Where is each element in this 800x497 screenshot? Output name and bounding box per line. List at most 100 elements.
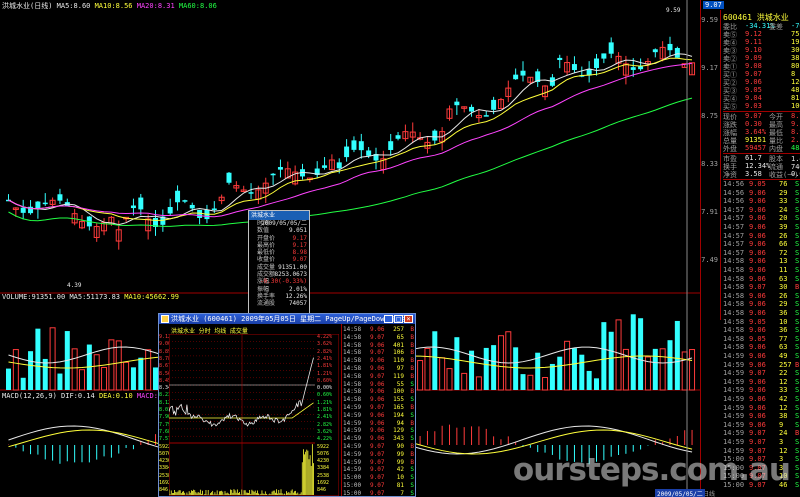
legend-ma20: MA20:8.31	[136, 2, 175, 10]
tick-time: 14:58	[723, 334, 745, 343]
period-tab-day[interactable]: 日线	[703, 489, 715, 497]
app-icon	[161, 315, 169, 323]
intraday-popup-window[interactable]: 洪城水业 (600461) 2009年05月05日 星期二 PageUp/Pag…	[158, 313, 416, 497]
popup-right-tick: 2.41%	[317, 414, 333, 421]
close-button[interactable]: ×	[404, 315, 413, 323]
popup-tick-row[interactable]: 14:58 9.07 65 B	[342, 334, 416, 342]
tick-volume: 3	[779, 438, 784, 446]
trade-tick-row[interactable]: 14:59 9.06 33 S	[723, 386, 800, 394]
popup-tick-row[interactable]: 14:59 9.06 129 S	[342, 427, 416, 435]
tick-volume: 22	[779, 369, 788, 378]
volume-bar	[57, 373, 63, 390]
trade-tick-row[interactable]: 14:58 9.06 11 S	[723, 266, 800, 274]
volume-bar	[527, 374, 534, 391]
trade-tick-row[interactable]: 14:56 9.06 33 S	[723, 197, 800, 205]
popup-title-bar[interactable]: 洪城水业 (600461) 2009年05月05日 星期二 PageUp/Pag…	[159, 314, 415, 324]
popup-tick-row[interactable]: 14:59 9.06 343 S	[342, 435, 416, 443]
trade-tick-row[interactable]: 14:58 9.06 29 S	[723, 300, 800, 308]
trade-tick-row[interactable]: 14:59 9.06 257 B	[723, 361, 800, 369]
trade-tick-row[interactable]: 14:58 9.06 63 S	[723, 275, 800, 283]
candle-body	[175, 190, 181, 203]
trade-tick-row[interactable]: 14:59 9.06 12 S	[723, 404, 800, 412]
trade-tick-row[interactable]: 14:59 9.07 24 B	[723, 429, 800, 437]
trade-tick-row[interactable]: 14:57 9.06 66 S	[723, 240, 800, 248]
tick-price: 9.05	[749, 317, 766, 326]
trade-tick-row[interactable]: 14:59 9.07 22 S	[723, 369, 800, 377]
popup-tick-row[interactable]: 15:00 9.07 10 S	[342, 474, 416, 482]
popup-tick-row[interactable]: 14:58 9.06 155 S	[342, 396, 416, 404]
popup-tick-row[interactable]: 14:58 9.07 106 B	[342, 349, 416, 357]
popup-right-tick: 846	[317, 487, 327, 494]
candle-body	[520, 70, 526, 76]
popup-tick-row[interactable]: 14:58 9.06 257 B	[342, 326, 416, 334]
popup-tick-row[interactable]: 14:59 9.06 94 B	[342, 420, 416, 428]
popup-tick-price: 9.06	[370, 388, 385, 396]
maximize-button[interactable]: □	[394, 315, 403, 323]
tick-side: S	[795, 472, 800, 481]
popup-tick-volume: 97	[396, 365, 404, 372]
popup-tick-row[interactable]: 15:00 9.07 81 S	[342, 482, 416, 490]
popup-tick-row[interactable]: 14:59 9.06 194 S	[342, 412, 416, 420]
popup-tick-row[interactable]: 15:00 9.07 7 S	[342, 490, 416, 497]
trade-tick-row[interactable]: 14:58 9.06 36 S	[723, 326, 800, 334]
volume-bar	[115, 340, 122, 391]
tick-time: 14:57	[723, 223, 745, 231]
trade-tick-row[interactable]: 14:59 9.07 3 S	[723, 438, 800, 446]
popup-tick-time: 14:58	[343, 357, 362, 365]
trade-tick-row[interactable]: 14:57 9.06 72 S	[723, 249, 800, 257]
trade-tick-row[interactable]: 14:58 9.07 30 B	[723, 283, 800, 291]
candle-body	[469, 106, 475, 112]
popup-right-tick: 4230	[317, 458, 330, 465]
tick-price: 9.05	[749, 334, 766, 343]
popup-tick-row[interactable]: 14:58 9.06 401 B	[342, 342, 416, 350]
trade-tick-row[interactable]: 14:58 9.06 26 S	[723, 292, 800, 300]
popup-tick-time: 14:59	[343, 466, 362, 474]
volume-bar	[138, 357, 144, 390]
candle-body	[344, 146, 350, 158]
trade-tick-row[interactable]: 14:59 9.06 49 S	[723, 352, 800, 360]
tick-side: S	[795, 180, 800, 188]
popup-tick-price: 9.07	[370, 466, 385, 474]
quote-value-2: 100	[791, 102, 800, 110]
popup-tick-row[interactable]: 14:59 9.07 165 B	[342, 404, 416, 412]
popup-tick-row[interactable]: 14:58 9.07 119 B	[342, 373, 416, 381]
trade-tick-row[interactable]: 14:57 9.06 24 S	[723, 206, 800, 214]
trade-tick-row[interactable]: 14:58 9.06 63 S	[723, 343, 800, 351]
trade-tick-row[interactable]: 14:59 9.06 38 S	[723, 412, 800, 420]
popup-tick-row[interactable]: 14:59 9.07 99 B	[342, 451, 416, 459]
trade-tick-row[interactable]: 14:57 9.06 26 S	[723, 232, 800, 240]
macd-legend-title: MACD(12,26,9)	[2, 392, 57, 400]
popup-tick-row[interactable]: 14:58 9.06 97 B	[342, 365, 416, 373]
popup-tick-row[interactable]: 14:58 9.06 55 S	[342, 381, 416, 389]
popup-tick-row[interactable]: 14:59 9.07 99 B	[342, 459, 416, 467]
volume-bar	[20, 377, 26, 390]
tick-price: 9.07	[749, 429, 766, 438]
intraday-chart[interactable]	[169, 334, 339, 496]
trade-tick-row[interactable]: 14:58 9.05 77 S	[723, 335, 800, 343]
tick-side: S	[795, 412, 800, 421]
date-cursor-tag: 2009/05/05/二	[655, 489, 705, 497]
tick-price: 9.07	[749, 369, 766, 378]
tick-time: 14:56	[723, 197, 745, 206]
trade-tick-row[interactable]: 14:59 9.06 9 S	[723, 421, 800, 429]
quote-value: 3.64%	[745, 128, 767, 136]
volume-bar	[42, 358, 48, 390]
trade-tick-row[interactable]: 14:57 9.06 20 S	[723, 214, 800, 222]
trade-tick-row[interactable]: 14:57 9.06 39 S	[723, 223, 800, 231]
trade-tick-row[interactable]: 14:58 9.05 10 S	[723, 318, 800, 326]
quote-value: 91351	[745, 136, 767, 144]
tick-volume: 33	[779, 386, 788, 395]
popup-tick-row[interactable]: 14:58 9.06 110 B	[342, 357, 416, 365]
popup-tick-row[interactable]: 14:59 9.07 90 B	[342, 443, 416, 451]
popup-trade-ticks[interactable]: 14:58 9.06 257 B 14:58 9.07 65 B 14:58 9.06 401 B 14…	[341, 324, 416, 497]
popup-tick-row[interactable]: 14:59 9.07 42 S	[342, 466, 416, 474]
minimize-button[interactable]: _	[384, 315, 393, 323]
volume-bar	[689, 349, 696, 391]
popup-tick-row[interactable]: 14:58 9.06 100 B	[342, 388, 416, 396]
trade-tick-row[interactable]: 14:59 9.06 12 S	[723, 378, 800, 386]
trade-tick-row[interactable]: 14:58 9.06 36 S	[723, 309, 800, 317]
trade-tick-row[interactable]: 14:59 9.06 42 S	[723, 395, 800, 403]
trade-tick-row[interactable]: 14:56 9.05 76 S	[723, 180, 800, 188]
trade-tick-row[interactable]: 14:56 9.06 29 S	[723, 189, 800, 197]
trade-tick-row[interactable]: 14:58 9.06 13 S	[723, 257, 800, 265]
